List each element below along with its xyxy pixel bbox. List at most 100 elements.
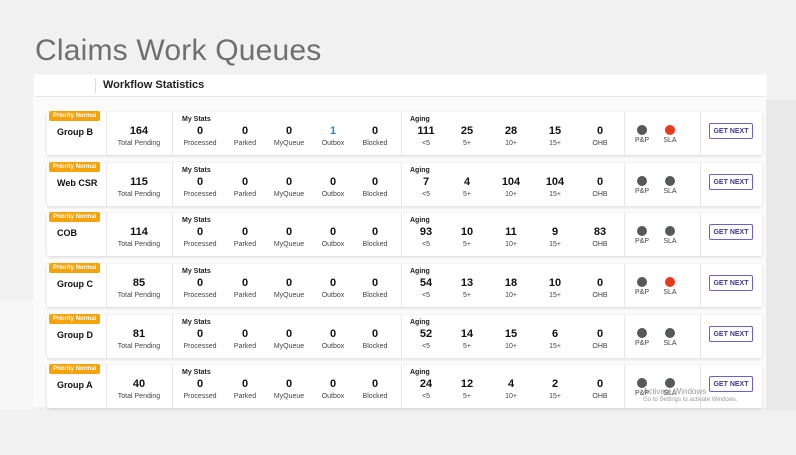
- page-title: Claims Work Queues: [35, 34, 322, 67]
- queue-row: Priority Normal Group D 81 Total Pending …: [47, 314, 762, 358]
- processed-label: Processed: [183, 343, 217, 350]
- get-next-button[interactable]: GET NEXT: [709, 224, 753, 240]
- background-shade: [0, 300, 33, 410]
- pp-indicator: P&P: [627, 226, 657, 245]
- myqueue-value: 0: [285, 176, 293, 188]
- workflow-statistics-header: Workflow Statistics: [35, 75, 766, 97]
- aging-label: Aging: [410, 217, 430, 224]
- total-pending-stat: 114 Total Pending: [114, 226, 164, 249]
- aging-ohb-value: 0: [596, 378, 604, 390]
- aging-label: Aging: [410, 268, 430, 275]
- blocked-label: Blocked: [362, 140, 388, 147]
- myqueue-label: MyQueue: [273, 292, 305, 299]
- aging-g5-stat: 4 5+: [442, 176, 492, 199]
- queue-name: Web CSR: [57, 178, 98, 188]
- aging-g15-stat: 15 15+: [530, 125, 580, 148]
- get-next-button[interactable]: GET NEXT: [709, 326, 753, 342]
- parked-stat: 0 Parked: [220, 125, 270, 148]
- pp-label: P&P: [634, 188, 649, 195]
- queue-row: Priority Normal Group B 164 Total Pending…: [47, 111, 762, 155]
- aging-label: Aging: [410, 116, 430, 123]
- aging-g10-stat: 4 10+: [486, 378, 536, 401]
- total-pending-label: Total Pending: [117, 191, 161, 198]
- blocked-value: 0: [371, 176, 379, 188]
- column-divider: [700, 264, 701, 307]
- pp-label: P&P: [634, 137, 649, 144]
- aging-g5-stat: 25 5+: [442, 125, 492, 148]
- aging-ohb-label: OHB: [592, 140, 608, 147]
- aging-g10-value: 11: [505, 226, 517, 238]
- column-divider: [700, 163, 701, 206]
- parked-label: Parked: [233, 393, 257, 400]
- get-next-button[interactable]: GET NEXT: [709, 174, 753, 190]
- aging-g15-stat: 2 15+: [530, 378, 580, 401]
- aging-g10-stat: 11 10+: [486, 226, 536, 249]
- aging-g10-value: 15: [504, 328, 518, 340]
- parked-stat: 0 Parked: [220, 277, 270, 300]
- processed-value: 0: [196, 125, 204, 137]
- column-divider: [172, 365, 173, 408]
- aging-g15-value: 9: [551, 226, 559, 238]
- column-divider: [624, 163, 625, 206]
- pp-status-dot: [637, 125, 647, 135]
- aging-ohb-stat: 0 OHB: [575, 125, 625, 148]
- blocked-stat: 0 Blocked: [350, 176, 400, 199]
- processed-stat: 0 Processed: [175, 378, 225, 401]
- column-divider: [172, 112, 173, 155]
- aging-g10-value: 4: [507, 378, 515, 390]
- parked-label: Parked: [233, 241, 257, 248]
- aging-g5-label: 5+: [463, 393, 471, 400]
- aging-ohb-stat: 0 OHB: [575, 378, 625, 401]
- sla-label: SLA: [663, 289, 677, 296]
- priority-badge: Priority Normal: [49, 111, 101, 121]
- total-pending-value: 164: [129, 125, 149, 137]
- parked-label: Parked: [233, 191, 257, 198]
- blocked-stat: 0 Blocked: [350, 328, 400, 351]
- aging-g10-label: 10+: [505, 140, 517, 147]
- pp-label: P&P: [634, 289, 649, 296]
- aging-g5-stat: 10 5+: [442, 226, 492, 249]
- blocked-label: Blocked: [362, 191, 388, 198]
- processed-value: 0: [196, 328, 204, 340]
- total-pending-stat: 85 Total Pending: [114, 277, 164, 300]
- parked-value: 0: [241, 176, 249, 188]
- pp-indicator: P&P: [627, 125, 657, 144]
- column-divider: [624, 213, 625, 256]
- column-divider: [700, 213, 701, 256]
- parked-stat: 0 Parked: [220, 328, 270, 351]
- pp-status-dot: [637, 328, 647, 338]
- sla-status-dot: [665, 328, 675, 338]
- aging-g15-label: 15+: [549, 292, 561, 299]
- pp-indicator: P&P: [627, 176, 657, 195]
- queue-name: Group B: [57, 127, 93, 137]
- blocked-value: 0: [371, 125, 379, 137]
- column-divider: [624, 112, 625, 155]
- blocked-label: Blocked: [362, 343, 388, 350]
- total-pending-value: 114: [130, 226, 148, 238]
- myqueue-stat: 0 MyQueue: [264, 176, 314, 199]
- myqueue-stat: 0 MyQueue: [264, 125, 314, 148]
- aging-ohb-value: 0: [596, 125, 604, 137]
- total-pending-value: 40: [132, 378, 146, 390]
- total-pending-value: 115: [130, 176, 148, 188]
- priority-badge: Priority Normal: [49, 314, 101, 324]
- pp-label: P&P: [634, 238, 649, 245]
- parked-label: Parked: [233, 292, 257, 299]
- my-stats-label: My Stats: [182, 217, 211, 224]
- total-pending-stat: 81 Total Pending: [114, 328, 164, 351]
- queue-name: Group C: [57, 279, 93, 289]
- column-divider: [624, 365, 625, 408]
- blocked-label: Blocked: [362, 241, 388, 248]
- watermark-line-2: Go to Settings to activate Windows.: [643, 397, 738, 403]
- aging-g15-value: 2: [551, 378, 559, 390]
- sla-indicator: SLA: [655, 328, 685, 347]
- processed-label: Processed: [183, 292, 217, 299]
- aging-ohb-stat: 83 OHB: [575, 226, 625, 249]
- total-pending-label: Total Pending: [117, 140, 161, 147]
- aging-g15-label: 15+: [549, 191, 561, 198]
- get-next-button[interactable]: GET NEXT: [709, 123, 753, 139]
- sla-label: SLA: [663, 340, 677, 347]
- get-next-button[interactable]: GET NEXT: [709, 275, 753, 291]
- sla-indicator: SLA: [655, 176, 685, 195]
- aging-g10-stat: 104 10+: [486, 176, 536, 199]
